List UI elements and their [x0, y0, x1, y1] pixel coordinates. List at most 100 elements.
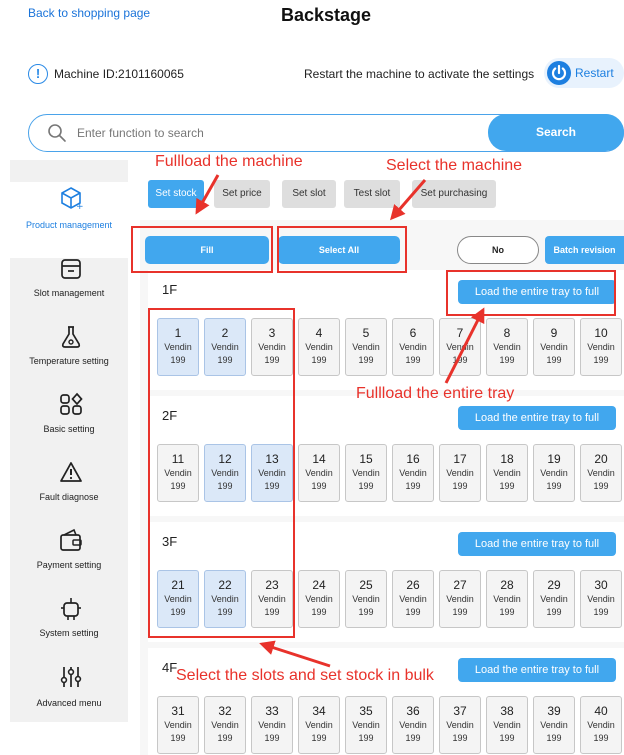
sliders-icon: [60, 667, 82, 687]
slot-card[interactable]: 19 Vendin 199: [533, 444, 575, 502]
sidebar-item-product-management[interactable]: + Product management: [10, 182, 128, 258]
sidebar-item-payment-setting[interactable]: Payment setting: [10, 524, 128, 592]
slot-number: 37: [453, 704, 467, 718]
shapes-icon: [60, 392, 83, 415]
slot-card[interactable]: 31 Vendin 199: [157, 696, 199, 754]
slot-card[interactable]: 18 Vendin 199: [486, 444, 528, 502]
tab-test-slot[interactable]: Test slot: [344, 180, 400, 208]
slot-card[interactable]: 20 Vendin 199: [580, 444, 622, 502]
slot-product-name: Vendin: [493, 468, 521, 478]
slot-product-name: Vendin: [446, 468, 474, 478]
machine-id: Machine ID:2101160065: [54, 67, 184, 81]
sidebar-label: Fault diagnose: [39, 492, 99, 502]
slot-product-name: Vendin: [587, 342, 615, 352]
sidebar-label: Temperature setting: [29, 356, 109, 366]
slot-number: 36: [406, 704, 420, 718]
slot-stock: 199: [499, 607, 515, 617]
slot-card[interactable]: 10 Vendin 199: [580, 318, 622, 376]
search-button[interactable]: Search: [488, 114, 624, 151]
tab-set-slot[interactable]: Set slot: [282, 180, 336, 208]
sidebar-item-slot-management[interactable]: Slot management: [10, 252, 128, 320]
sidebar-item-temperature-setting[interactable]: Temperature setting: [10, 320, 128, 388]
slot-card[interactable]: 33 Vendin 199: [251, 696, 293, 754]
slot-stock: 199: [405, 607, 421, 617]
slot-product-name: Vendin: [446, 342, 474, 352]
slot-number: 38: [500, 704, 514, 718]
slot-stock: 199: [358, 355, 374, 365]
slot-card[interactable]: 9 Vendin 199: [533, 318, 575, 376]
slot-card[interactable]: 24 Vendin 199: [298, 570, 340, 628]
restart-button[interactable]: Restart: [544, 58, 624, 88]
slot-card[interactable]: 15 Vendin 199: [345, 444, 387, 502]
slot-card[interactable]: 14 Vendin 199: [298, 444, 340, 502]
batch-revision-button[interactable]: Batch revision: [545, 236, 624, 264]
slot-card[interactable]: 35 Vendin 199: [345, 696, 387, 754]
tab-set-price[interactable]: Set price: [214, 180, 270, 208]
slot-stock: 199: [358, 607, 374, 617]
slot-product-name: Vendin: [587, 720, 615, 730]
slot-card[interactable]: 34 Vendin 199: [298, 696, 340, 754]
slot-card[interactable]: 36 Vendin 199: [392, 696, 434, 754]
slot-card[interactable]: 39 Vendin 199: [533, 696, 575, 754]
slot-card[interactable]: 5 Vendin 199: [345, 318, 387, 376]
wallet-icon: [60, 528, 82, 551]
slot-stock: 199: [311, 355, 327, 365]
sidebar-label: Basic setting: [43, 424, 95, 434]
tab-set-purchasing[interactable]: Set purchasing: [412, 180, 496, 208]
slot-card[interactable]: 30 Vendin 199: [580, 570, 622, 628]
sidebar-item-system-setting[interactable]: System setting: [10, 592, 128, 660]
slot-number: 18: [500, 452, 514, 466]
slot-stock: 199: [499, 733, 515, 743]
no-button[interactable]: No: [457, 236, 539, 264]
slot-stock: 199: [358, 481, 374, 491]
sidebar-item-advanced-menu[interactable]: Advanced menu: [10, 660, 128, 728]
slot-stock: 199: [593, 481, 609, 491]
slot-product-name: Vendin: [305, 720, 333, 730]
slot-product-name: Vendin: [446, 720, 474, 730]
slot-product-name: Vendin: [352, 720, 380, 730]
slot-card[interactable]: 17 Vendin 199: [439, 444, 481, 502]
slot-card[interactable]: 27 Vendin 199: [439, 570, 481, 628]
sidebar-item-basic-setting[interactable]: Basic setting: [10, 388, 128, 456]
slot-card[interactable]: 16 Vendin 199: [392, 444, 434, 502]
restart-label: Restart: [575, 66, 614, 80]
slot-stock: 199: [170, 733, 186, 743]
sidebar-label: Payment setting: [36, 560, 102, 570]
slot-number: 14: [312, 452, 326, 466]
slot-card[interactable]: 25 Vendin 199: [345, 570, 387, 628]
slot-product-name: Vendin: [399, 594, 427, 604]
slot-product-name: Vendin: [305, 594, 333, 604]
slot-product-name: Vendin: [540, 468, 568, 478]
sidebar-label: Advanced menu: [36, 698, 102, 708]
slot-card[interactable]: 28 Vendin 199: [486, 570, 528, 628]
slot-number: 40: [594, 704, 608, 718]
slot-number: 8: [503, 326, 511, 340]
slot-card[interactable]: 8 Vendin 199: [486, 318, 528, 376]
annotation-box-select-all: [277, 226, 407, 273]
slot-card[interactable]: 40 Vendin 199: [580, 696, 622, 754]
search-input[interactable]: [77, 115, 477, 150]
slot-card[interactable]: 29 Vendin 199: [533, 570, 575, 628]
flask-icon: [61, 326, 81, 348]
sidebar-label: Product management: [25, 220, 113, 230]
load-tray-full-button[interactable]: Load the entire tray to full: [458, 532, 616, 556]
slot-card[interactable]: 6 Vendin 199: [392, 318, 434, 376]
annotation-box-load-tray: [446, 270, 616, 316]
tab-set-stock[interactable]: Set stock: [148, 180, 204, 208]
slot-card[interactable]: 32 Vendin 199: [204, 696, 246, 754]
sidebar-item-fault-diagnose[interactable]: Fault diagnose: [10, 456, 128, 524]
slot-card[interactable]: 37 Vendin 199: [439, 696, 481, 754]
slot-stock: 199: [405, 733, 421, 743]
slot-card[interactable]: 7 Vendin 199: [439, 318, 481, 376]
slot-card[interactable]: 4 Vendin 199: [298, 318, 340, 376]
page-title: Backstage: [280, 5, 372, 25]
load-tray-full-button[interactable]: Load the entire tray to full: [458, 406, 616, 430]
slot-card[interactable]: 38 Vendin 199: [486, 696, 528, 754]
slot-card[interactable]: 26 Vendin 199: [392, 570, 434, 628]
machine-info-bar: ! Machine ID:2101160065 Restart the mach…: [28, 58, 624, 88]
slot-product-name: Vendin: [493, 342, 521, 352]
slot-number: 33: [265, 704, 279, 718]
sidebar-label: System setting: [39, 628, 99, 638]
slot-stock: 199: [452, 733, 468, 743]
load-tray-full-button[interactable]: Load the entire tray to full: [458, 658, 616, 682]
